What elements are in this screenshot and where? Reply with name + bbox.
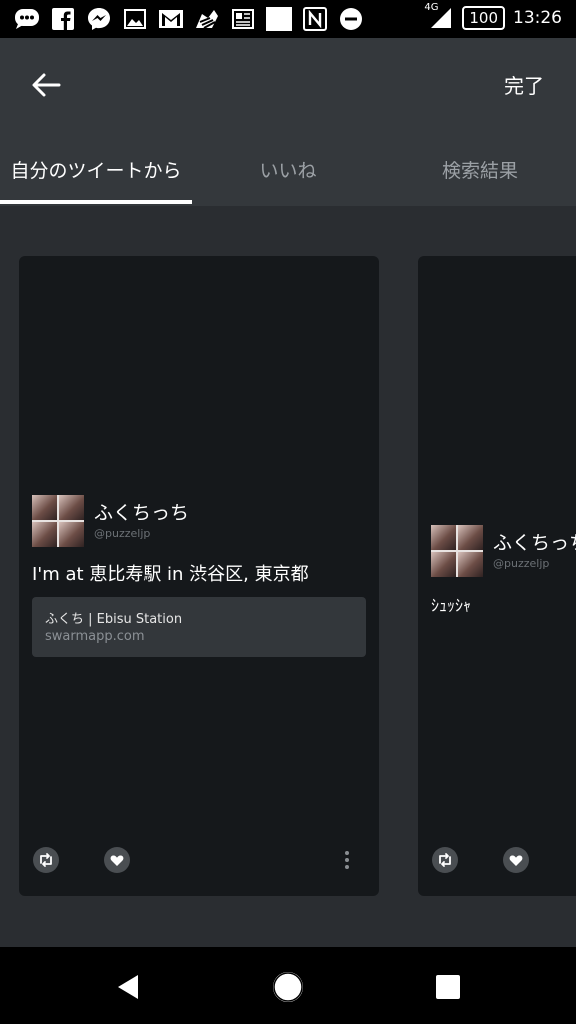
network-type: 4G xyxy=(424,2,439,13)
signal-icon: 4G xyxy=(424,2,454,30)
more-options-icon[interactable] xyxy=(341,847,353,873)
retweet-button[interactable] xyxy=(432,847,458,873)
nav-recents-button[interactable] xyxy=(428,967,468,1007)
back-arrow-icon xyxy=(32,73,61,97)
back-button[interactable] xyxy=(22,64,70,106)
retweet-button[interactable] xyxy=(33,847,59,873)
zebra-app-icon xyxy=(194,7,220,31)
avatar[interactable] xyxy=(32,495,84,547)
clock: 13:26 xyxy=(513,8,562,28)
like-button[interactable] xyxy=(104,847,130,873)
tweet-header: ふくちっち @puzzeljp xyxy=(32,495,189,547)
active-tab-indicator xyxy=(0,200,192,204)
nfc-icon xyxy=(302,7,328,31)
tab-label: いいね xyxy=(259,160,317,182)
nav-home-button[interactable] xyxy=(268,967,308,1007)
triangle-back-icon xyxy=(118,975,138,999)
tab-bar: 自分のツイートから いいね 検索結果 xyxy=(0,130,576,206)
heart-icon xyxy=(509,854,523,866)
user-handle: @puzzeljp xyxy=(94,527,151,540)
battery-icon: 100 xyxy=(462,6,505,30)
nav-back-button[interactable] xyxy=(108,967,148,1007)
tab-label: 検索結果 xyxy=(441,160,518,182)
circle-home-icon xyxy=(273,972,303,1002)
square-recents-icon xyxy=(436,975,460,999)
chat-bubble-icon xyxy=(14,7,40,31)
navigation-bar xyxy=(0,947,576,1024)
user-name: ふくちっち xyxy=(94,502,190,524)
system-indicators: 4G 100 13:26 xyxy=(424,2,562,30)
avatar[interactable] xyxy=(431,525,483,577)
rikunabi-icon xyxy=(266,7,292,31)
like-button[interactable] xyxy=(503,847,529,873)
tab-search-results[interactable]: 検索結果 xyxy=(384,130,576,206)
tweet-card[interactable]: ふくちっち @puzzeljp I'm at 恵比寿駅 in 渋谷区, 東京都 … xyxy=(19,256,379,896)
tweet-card[interactable]: ふくちっち @puzzeljp ｼｭｯｼｬ xyxy=(418,256,576,896)
tweet-carousel[interactable]: ふくちっち @puzzeljp I'm at 恵比寿駅 in 渋谷区, 東京都 … xyxy=(0,206,576,947)
gmail-icon xyxy=(158,7,184,31)
tab-likes[interactable]: いいね xyxy=(192,130,384,206)
user-name: ふくちっち xyxy=(493,532,576,554)
facebook-icon xyxy=(50,7,76,31)
tweet-text: I'm at 恵比寿駅 in 渋谷区, 東京都 xyxy=(32,564,309,585)
do-not-disturb-icon xyxy=(338,7,364,31)
user-handle: @puzzeljp xyxy=(493,557,550,570)
retweet-icon xyxy=(439,853,451,867)
notification-icons xyxy=(14,7,364,31)
tab-own-tweets[interactable]: 自分のツイートから xyxy=(0,130,192,206)
done-button[interactable]: 完了 xyxy=(504,70,544,99)
retweet-icon xyxy=(40,853,52,867)
app-bar: 完了 自分のツイートから いいね 検索結果 xyxy=(0,38,576,206)
link-preview[interactable]: ふくち | Ebisu Station swarmapp.com xyxy=(32,597,366,657)
messenger-icon xyxy=(86,7,112,31)
tweet-text: ｼｭｯｼｬ xyxy=(431,596,472,615)
news-icon xyxy=(230,7,256,31)
link-domain: swarmapp.com xyxy=(45,629,145,644)
tweet-header: ふくちっち @puzzeljp xyxy=(431,525,576,577)
status-bar: 4G 100 13:26 xyxy=(0,0,576,38)
tab-label: 自分のツイートから xyxy=(10,160,182,182)
gallery-icon xyxy=(122,7,148,31)
link-title: ふくち | Ebisu Station xyxy=(45,612,183,627)
heart-icon xyxy=(110,854,124,866)
